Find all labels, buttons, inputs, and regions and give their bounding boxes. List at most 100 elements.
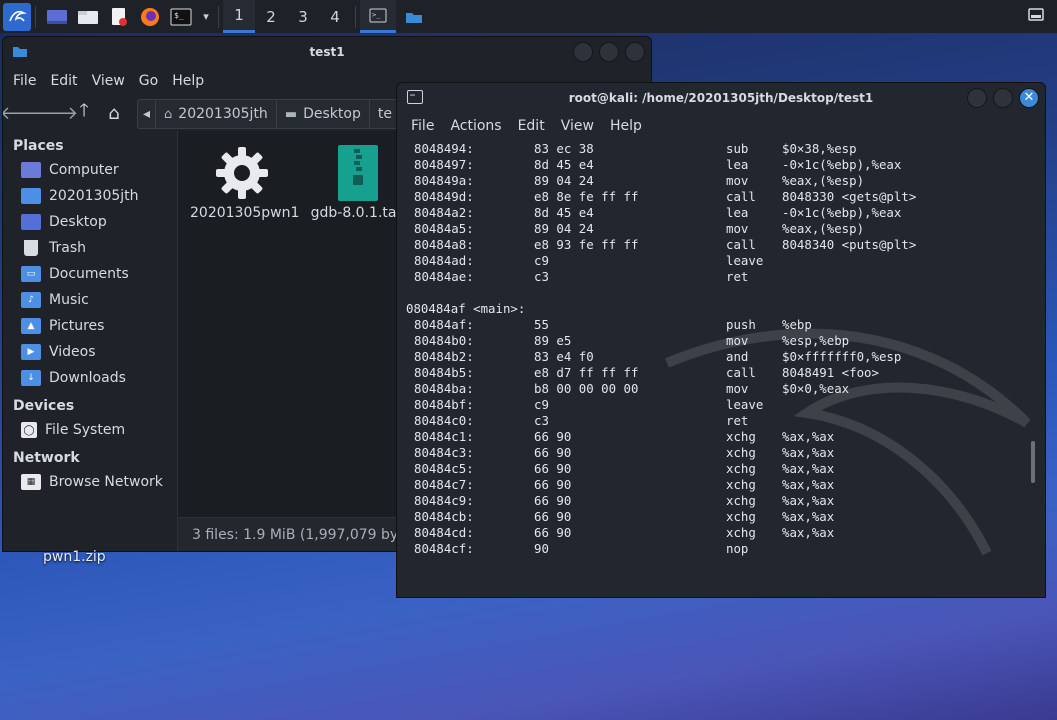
asm-mnemonic: leave [726, 253, 764, 268]
asm-address: 80484a5: [414, 221, 474, 236]
menu-help[interactable]: Help [172, 73, 204, 89]
asm-mnemonic: and [726, 349, 749, 364]
drive-icon: ◯ [21, 422, 37, 438]
file-manager-launcher-icon[interactable] [74, 3, 102, 31]
sidebar-item-music[interactable]: ♪ Music [3, 287, 177, 313]
close-button[interactable]: ✕ [1019, 88, 1039, 108]
minimize-button[interactable] [967, 88, 987, 108]
breadcrumb-desktop[interactable]: ▬ Desktop [277, 100, 370, 128]
asm-line: 80484c7: 66 90 xchg %ax,%ax [406, 477, 1026, 493]
sidebar-item-label: Pictures [49, 318, 105, 334]
asm-line: 80484c1: 66 90 xchg %ax,%ax [406, 429, 1026, 445]
task-file-manager-button[interactable] [396, 0, 432, 33]
maximize-button[interactable] [599, 42, 619, 62]
terminal-titlebar[interactable]: root@kali: /home/20201305jth/Desktop/tes… [397, 83, 1045, 113]
task-terminal-button[interactable]: >_ [360, 0, 396, 33]
asm-bytes: e8 d7 ff ff ff [534, 365, 639, 380]
computer-icon [21, 162, 41, 178]
asm-bytes: c9 [534, 397, 549, 412]
asm-mnemonic: mov [726, 221, 749, 236]
asm-operands: %eax,(%esp) [782, 221, 865, 236]
asm-line: 80484cd: 66 90 xchg %ax,%ax [406, 525, 1026, 541]
asm-mnemonic: xchg [726, 461, 756, 476]
asm-bytes: e8 8e fe ff ff [534, 189, 639, 204]
asm-line: 80484ae: c3 ret [406, 269, 1026, 285]
breadcrumb-scroll-left-button[interactable]: ◂ [138, 100, 157, 128]
asm-mnemonic: xchg [726, 509, 756, 524]
home-icon[interactable]: ⌂ [101, 100, 127, 126]
window-title: root@kali: /home/20201305jth/Desktop/tes… [568, 91, 874, 105]
asm-mnemonic: sub [726, 141, 749, 156]
file-manager-titlebar[interactable]: test1 [3, 37, 651, 67]
terminal-launcher-icon[interactable]: $_ [167, 3, 195, 31]
asm-bytes: 90 [534, 541, 549, 556]
asm-line: 80484b0: 89 e5 mov %esp,%ebp [406, 333, 1026, 349]
workspace-1-button[interactable]: 1 [223, 0, 255, 33]
scrollbar[interactable] [1031, 441, 1035, 483]
workspace-2-button[interactable]: 2 [255, 0, 287, 33]
sidebar-item-desktop[interactable]: Desktop [3, 209, 177, 235]
file-name: gdb-8.0.1.tar. [310, 205, 406, 221]
workspace-4-button[interactable]: 4 [319, 0, 351, 33]
sidebar-item-computer[interactable]: Computer [3, 157, 177, 183]
sidebar-item-label: Downloads [49, 370, 126, 386]
close-button[interactable] [625, 42, 645, 62]
file-item[interactable]: 20201305pwn1 [190, 145, 299, 221]
folder-icon [406, 12, 422, 23]
asm-mnemonic: push [726, 317, 756, 332]
asm-address: 80484cd: [414, 525, 474, 540]
breadcrumb: ◂ ⌂ 20201305jth ▬ Desktop te [137, 99, 401, 129]
menu-edit[interactable]: Edit [50, 73, 77, 89]
sidebar-item-documents[interactable]: ▭ Documents [3, 261, 177, 287]
workspace-3-button[interactable]: 3 [287, 0, 319, 33]
menu-file[interactable]: File [13, 73, 36, 89]
sidebar-item-browse-network[interactable]: ▦ Browse Network [3, 469, 177, 495]
chevron-down-icon[interactable]: ▾ [198, 3, 214, 31]
desktop-file-label[interactable]: pwn1.zip [43, 549, 106, 565]
asm-bytes: 8d 45 e4 [534, 157, 594, 172]
sidebar-item-videos[interactable]: ▶ Videos [3, 339, 177, 365]
terminal-output[interactable]: 8048494: 83 ec 38 sub $0×38,%esp 8048497: 8d … [406, 141, 1026, 557]
forward-arrow-icon[interactable]: 🡒 [30, 100, 78, 126]
asm-bytes: 89 04 24 [534, 221, 594, 236]
asm-line: 80484a5: 89 04 24 mov %eax,(%esp) [406, 221, 1026, 237]
sidebar-item-pictures[interactable]: ▲ Pictures [3, 313, 177, 339]
minimize-button[interactable] [573, 42, 593, 62]
sidebar-item-trash[interactable]: Trash [3, 235, 177, 261]
asm-bytes: 83 ec 38 [534, 141, 594, 156]
sidebar-item-label: Music [49, 292, 89, 308]
asm-operands: 8048330 <gets@plt> [782, 189, 917, 204]
asm-mnemonic: lea [726, 205, 749, 220]
menu-actions[interactable]: Actions [450, 118, 501, 134]
maximize-button[interactable] [993, 88, 1013, 108]
up-arrow-icon[interactable]: 🡑 [71, 100, 97, 126]
asm-address: 80484cb: [414, 509, 474, 524]
text-editor-launcher-icon[interactable] [105, 3, 133, 31]
menu-help[interactable]: Help [610, 118, 642, 134]
asm-line: 80484af: 55 push %ebp [406, 317, 1026, 333]
asm-address: 80484c7: [414, 477, 474, 492]
asm-bytes: 66 90 [534, 461, 572, 476]
menu-view[interactable]: View [561, 118, 594, 134]
sidebar-item-file-system[interactable]: ◯ File System [3, 417, 177, 443]
asm-operands: -0×1c(%ebp),%eax [782, 157, 902, 172]
asm-operands: $0×fffffff0,%esp [782, 349, 902, 364]
asm-mnemonic: call [726, 237, 756, 252]
breadcrumb-home[interactable]: ⌂ 20201305jth [156, 100, 277, 128]
asm-operands: %esp,%ebp [782, 333, 850, 348]
menu-go[interactable]: Go [139, 73, 158, 89]
asm-address: 80484ad: [414, 253, 474, 268]
notification-tray-icon[interactable] [1027, 6, 1045, 24]
menu-edit[interactable]: Edit [518, 118, 545, 134]
sidebar-item-downloads[interactable]: ↓ Downloads [3, 365, 177, 391]
sidebar-item-home[interactable]: 20201305jth [3, 183, 177, 209]
menu-file[interactable]: File [411, 118, 434, 134]
network-header: Network [13, 450, 80, 466]
file-item[interactable]: gdb-8.0.1.tar. [306, 145, 410, 221]
firefox-launcher-icon[interactable] [136, 3, 164, 31]
menu-view[interactable]: View [92, 73, 125, 89]
taskbar-separator [218, 5, 219, 28]
kali-menu-icon[interactable] [3, 2, 31, 31]
show-desktop-icon[interactable] [43, 3, 71, 31]
terminal-icon: >_ [369, 8, 387, 22]
